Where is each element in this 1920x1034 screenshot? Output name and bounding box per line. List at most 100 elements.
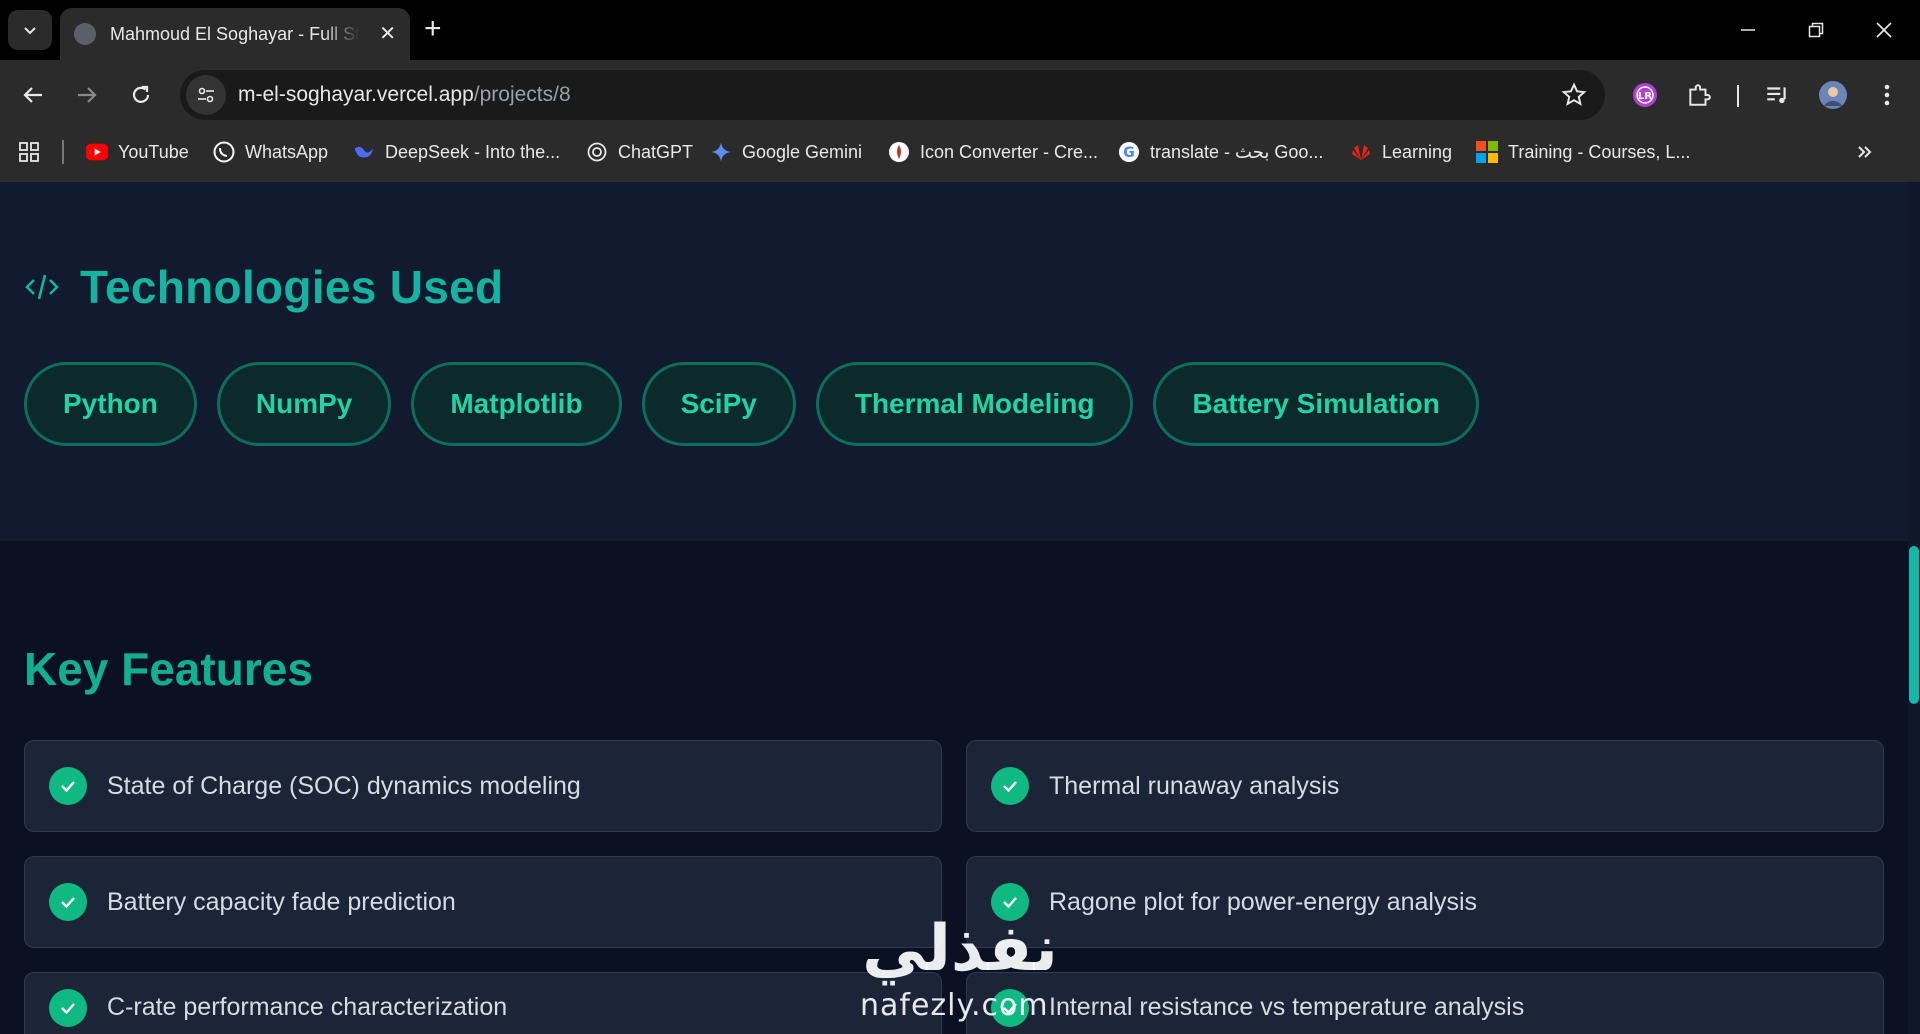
bookmarks-separator: [62, 140, 64, 164]
feature-text: Thermal runaway analysis: [1049, 771, 1340, 800]
tech-chip: Thermal Modeling: [815, 362, 1134, 446]
close-window-button[interactable]: [1864, 10, 1904, 50]
key-features-title: Key Features: [24, 643, 313, 695]
close-tab-icon[interactable]: ✕: [379, 24, 396, 44]
feature-card: State of Charge (SOC) dynamics modeling: [24, 740, 942, 832]
arrow-left-icon: [23, 87, 42, 103]
bookmark-star-button[interactable]: [1561, 82, 1587, 113]
back-button[interactable]: [12, 74, 54, 116]
page-scrollbar[interactable]: [1908, 182, 1920, 1034]
address-bar[interactable]: m-el-soghayar.vercel.app/projects/8: [180, 70, 1605, 120]
bookmark-chatgpt[interactable]: ChatGPT: [586, 128, 693, 176]
deepseek-icon: [353, 141, 375, 163]
bookmark-label: WhatsApp: [245, 141, 329, 162]
feature-text: Internal resistance vs temperature analy…: [1049, 993, 1525, 1021]
forward-button[interactable]: [66, 74, 108, 116]
bookmark-whatsapp[interactable]: WhatsApp: [213, 128, 328, 176]
whatsapp-icon: [213, 141, 235, 163]
avatar-icon: [1819, 81, 1847, 109]
extension-lr-button[interactable]: LR: [1624, 74, 1666, 116]
bookmark-label: Learning: [1382, 141, 1453, 162]
minimize-button[interactable]: [1728, 10, 1768, 50]
apps-button[interactable]: [18, 128, 40, 176]
svg-text:LR: LR: [1638, 91, 1652, 102]
bookmark-training[interactable]: Training - Courses, L...: [1476, 128, 1690, 176]
reload-button[interactable]: [120, 74, 162, 116]
check-icon: [991, 988, 1029, 1027]
queue-music-icon: [1767, 87, 1786, 104]
tab-title: Mahmoud El Soghayar - Full Stack: [110, 23, 360, 44]
check-icon: [49, 767, 87, 805]
chatgpt-icon: [586, 141, 608, 163]
bookmark-label: Google Gemini: [742, 141, 863, 162]
arrow-right-icon: [78, 87, 97, 103]
scrollbar-thumb[interactable]: [1909, 546, 1919, 704]
check-icon: [49, 883, 87, 921]
bookmark-icon-converter[interactable]: Icon Converter - Cre...: [888, 128, 1098, 176]
bookmark-deepseek[interactable]: DeepSeek - Into the...: [353, 128, 560, 176]
tech-chip: SciPy: [641, 362, 796, 446]
google-icon: G: [1118, 141, 1140, 163]
more-vertical-icon: [1884, 84, 1890, 106]
bookmarks-bar: YouTube WhatsApp DeepSeek - Into the... …: [0, 128, 1920, 176]
technologies-heading: Technologies Used: [24, 260, 503, 314]
media-control-button[interactable]: [1756, 74, 1798, 116]
bookmark-label: translate - بحث Goo...: [1150, 141, 1324, 162]
technologies-section: Technologies Used Python NumPy Matplotli…: [0, 182, 1908, 541]
bookmark-learning[interactable]: Learning: [1350, 128, 1452, 176]
bookmark-gemini[interactable]: Google Gemini: [710, 128, 862, 176]
tech-chip: Matplotlib: [411, 362, 622, 446]
apps-grid-icon: [19, 142, 39, 162]
restore-button[interactable]: [1796, 10, 1836, 50]
page-content: Technologies Used Python NumPy Matplotli…: [0, 182, 1920, 1034]
restore-icon: [1808, 22, 1824, 38]
tech-chip: NumPy: [216, 362, 392, 446]
youtube-icon: [86, 141, 108, 163]
feature-card: Battery capacity fade prediction: [24, 856, 942, 948]
new-tab-button[interactable]: +: [424, 14, 442, 44]
chevron-double-right-icon: [1858, 146, 1872, 158]
more-bookmarks-button[interactable]: [1856, 128, 1874, 176]
bookmark-youtube[interactable]: YouTube: [86, 128, 189, 176]
chrome-menu-button[interactable]: [1866, 74, 1908, 116]
close-icon: [1876, 22, 1892, 38]
feature-card: C-rate performance characterization: [24, 972, 942, 1034]
site-info-button[interactable]: [186, 75, 226, 115]
feature-text: State of Charge (SOC) dynamics modeling: [107, 771, 581, 800]
reload-icon: [132, 85, 150, 103]
profile-button[interactable]: [1812, 74, 1854, 116]
bookmark-label: YouTube: [118, 141, 189, 162]
site-favicon-icon: [74, 23, 96, 45]
bookmark-translate[interactable]: G translate - بحث Goo...: [1118, 128, 1323, 176]
puzzle-icon: [1689, 84, 1711, 106]
code-icon: [25, 274, 59, 300]
lr-extension-icon: LR: [1633, 83, 1657, 107]
browser-titlebar: Mahmoud El Soghayar - Full Stack ✕ +: [0, 0, 1920, 60]
svg-text:G: G: [1123, 145, 1135, 161]
bookmark-label: Icon Converter - Cre...: [920, 141, 1099, 162]
browser-tab[interactable]: Mahmoud El Soghayar - Full Stack ✕: [60, 8, 410, 60]
chevron-down-icon: [24, 27, 36, 35]
technology-chips: Python NumPy Matplotlib SciPy Thermal Mo…: [24, 362, 1479, 446]
bookmark-label: Training - Courses, L...: [1508, 141, 1691, 162]
tech-chip: Battery Simulation: [1153, 362, 1479, 446]
url-text: m-el-soghayar.vercel.app/projects/8: [238, 83, 571, 107]
icon-converter-icon: [888, 141, 910, 163]
url-path: /projects/8: [473, 83, 571, 106]
microsoft-icon: [1476, 141, 1498, 163]
technologies-title: Technologies Used: [80, 261, 504, 313]
check-icon: [991, 883, 1029, 921]
extensions-button[interactable]: [1678, 74, 1720, 116]
feature-text: Battery capacity fade prediction: [107, 887, 456, 916]
feature-text: C-rate performance characterization: [107, 993, 508, 1021]
bookmark-label: ChatGPT: [618, 141, 694, 162]
check-icon: [991, 767, 1029, 805]
minimize-icon: [1741, 29, 1755, 31]
tech-chip: Python: [24, 362, 197, 446]
browser-toolbar: m-el-soghayar.vercel.app/projects/8 LR Y…: [0, 60, 1920, 188]
tab-search-button[interactable]: [8, 10, 52, 50]
feature-card: Ragone plot for power-energy analysis: [966, 856, 1884, 948]
feature-card: Internal resistance vs temperature analy…: [966, 972, 1884, 1034]
toolbar-divider: [1737, 85, 1739, 107]
tune-icon: [198, 87, 214, 103]
